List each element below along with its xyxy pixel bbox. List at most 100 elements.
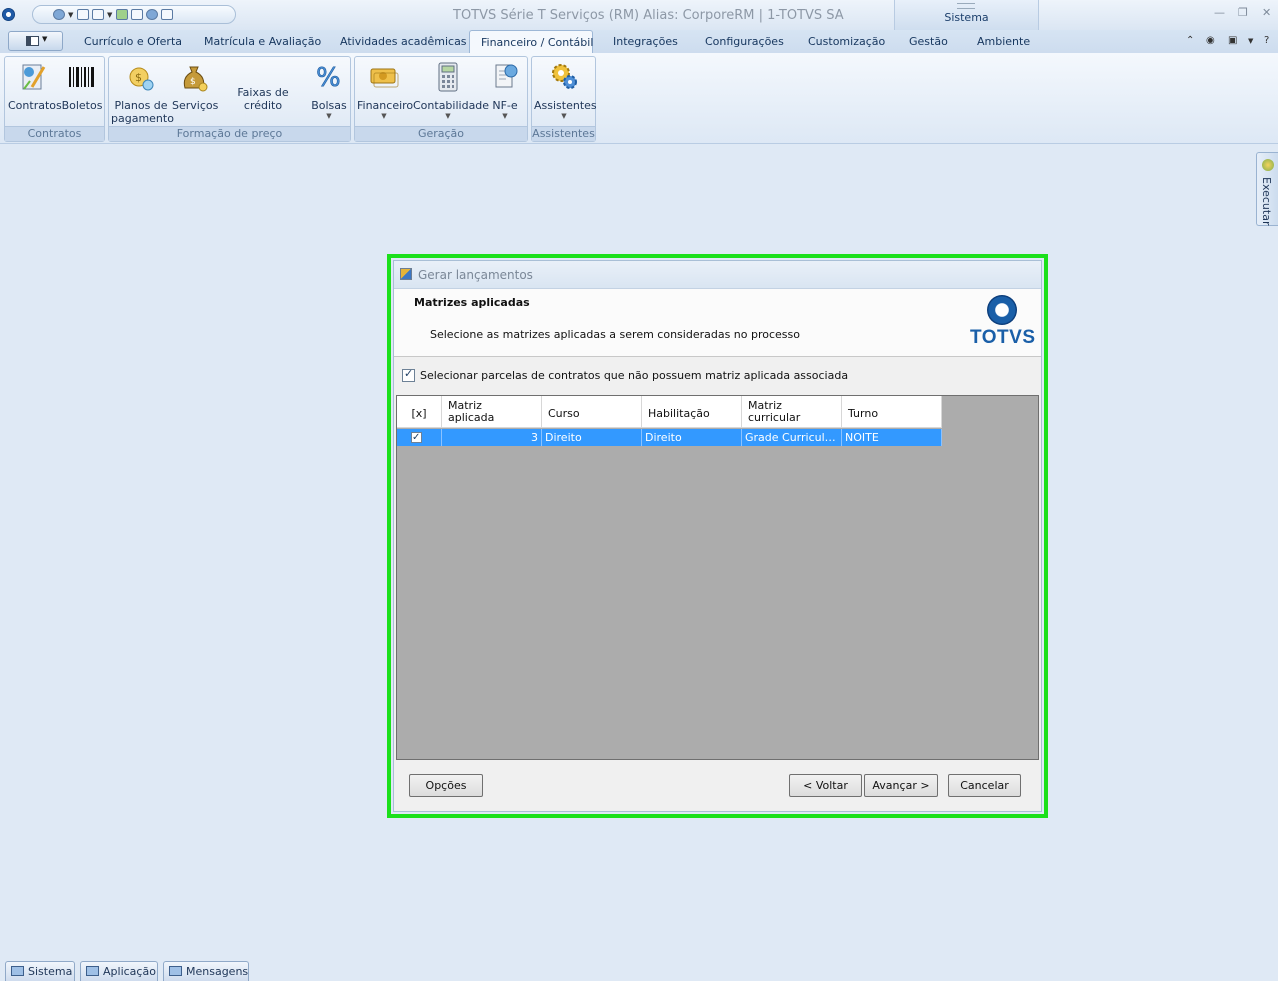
row-select-cell[interactable]: ✓: [397, 429, 442, 446]
column-header-matriz-aplicada[interactable]: Matriz aplicada: [442, 396, 542, 428]
options-button[interactable]: Opções: [409, 774, 483, 797]
tab-gestao[interactable]: Gestão: [909, 30, 948, 53]
app-orb-icon[interactable]: [2, 8, 15, 21]
cell-habilitacao[interactable]: Direito: [642, 429, 742, 446]
percent-icon: %: [316, 63, 341, 93]
restore-icon[interactable]: ❐: [1238, 6, 1248, 19]
dialog-title-bar[interactable]: Gerar lançamentos: [394, 261, 1041, 289]
copy-icon[interactable]: [161, 9, 173, 20]
back-button[interactable]: < Voltar: [789, 774, 862, 797]
close-icon[interactable]: ✕: [1262, 6, 1271, 19]
taskbar-mensagens-button[interactable]: Mensagens: [163, 961, 249, 981]
faixas-credito-button[interactable]: Faixas de crédito: [219, 86, 307, 112]
globe-icon[interactable]: [53, 9, 65, 20]
menu-icon: [26, 36, 39, 46]
invoice-icon: [495, 64, 518, 88]
next-button[interactable]: Avançar >: [864, 774, 938, 797]
step-title: Matrizes aplicadas: [414, 296, 530, 309]
layout-icon[interactable]: ▣: [1228, 35, 1237, 46]
run-icon[interactable]: [116, 9, 128, 20]
financeiro-label: Financeiro: [357, 99, 414, 112]
cell-matriz-curricular[interactable]: Grade Curricular...: [742, 429, 842, 446]
planos-pagamento-button[interactable]: $ Planos de pagamento: [111, 61, 174, 125]
barcode-icon: [69, 67, 94, 87]
planos-pagamento-label-2: pagamento: [111, 112, 174, 125]
taskbar-aplicacao-button[interactable]: Aplicação: [80, 961, 158, 981]
chevron-down-icon: ▼: [445, 112, 451, 120]
servicos-label: Serviços: [172, 99, 219, 112]
column-header-matriz-curricular[interactable]: Matriz curricular: [742, 396, 842, 428]
gerar-lancamentos-dialog: Gerar lançamentos Matrizes aplicadas Sel…: [393, 260, 1042, 812]
column-header-turno[interactable]: Turno: [842, 396, 942, 428]
contratos-button[interactable]: Contratos: [8, 61, 62, 112]
column-header-habilitacao[interactable]: Habilitação: [642, 396, 742, 428]
minimize-icon[interactable]: —: [1214, 6, 1225, 19]
bolsas-button[interactable]: % Bolsas ▼: [309, 61, 349, 120]
financeiro-button[interactable]: Financeiro ▼: [357, 61, 414, 120]
assistentes-button[interactable]: Assistentes ▼: [534, 61, 597, 120]
nfe-button[interactable]: NF-e ▼: [485, 61, 525, 120]
ribbon-group-label: Contratos: [5, 126, 104, 141]
table-row[interactable]: ✓ 3 Direito Direito Grade Curricular... …: [397, 429, 942, 446]
servicos-button[interactable]: $ Serviços: [172, 61, 219, 112]
tab-configuracoes[interactable]: Configurações: [705, 30, 784, 53]
execute-panel[interactable]: Executar: [1256, 152, 1278, 226]
totvs-logo-icon: [987, 295, 1017, 325]
window-icon[interactable]: [92, 9, 104, 20]
totvs-logo: TOTVS: [970, 295, 1035, 351]
execute-icon: [1262, 159, 1274, 171]
matrizes-grid[interactable]: [x] Matriz aplicada Curso Habilitação Ma…: [396, 395, 1039, 760]
ribbon-group-formacao-preco: $ Planos de pagamento $ Serviços Faixas …: [108, 56, 351, 142]
tools-icon[interactable]: [131, 9, 143, 20]
boletos-button[interactable]: Boletos: [61, 61, 103, 112]
include-orphans-label[interactable]: Selecionar parcelas de contratos que não…: [420, 369, 848, 382]
contabilidade-label: Contabilidade: [413, 99, 490, 112]
collapse-ribbon-icon[interactable]: ⌃: [1186, 35, 1194, 46]
tab-customizacao[interactable]: Customização: [808, 30, 885, 53]
quick-access-toolbar: ▼ ▼: [32, 5, 236, 24]
cell-curso[interactable]: Direito: [542, 429, 642, 446]
calculator-icon: [438, 62, 458, 92]
grid-header: [x] Matriz aplicada Curso Habilitação Ma…: [397, 396, 942, 428]
cell-turno[interactable]: NOITE: [842, 429, 942, 446]
chevron-down-icon[interactable]: ▼: [107, 11, 113, 19]
chevron-down-icon: ▼: [561, 112, 567, 120]
ribbon-group-label: Geração: [355, 126, 527, 141]
context-tab-group-title: Sistema: [944, 11, 989, 24]
ribbon-group-label: Assistentes: [532, 126, 595, 141]
chevron-down-icon[interactable]: ▼: [1248, 37, 1253, 45]
tab-curriculo-oferta[interactable]: Currículo e Oferta: [84, 30, 182, 53]
cell-matriz-aplicada[interactable]: 3: [442, 429, 542, 446]
chevron-down-icon: ▼: [326, 112, 332, 120]
bolsas-label: Bolsas: [311, 99, 347, 112]
chevron-down-icon[interactable]: ▼: [68, 11, 74, 19]
svg-text:%: %: [316, 63, 341, 93]
contabilidade-button[interactable]: Contabilidade ▼: [413, 61, 489, 120]
assistentes-label: Assistentes: [534, 99, 597, 112]
taskbar-mensagens-label: Mensagens: [186, 965, 249, 978]
tab-integracoes[interactable]: Integrações: [613, 30, 678, 53]
checkmark-icon: ✓: [412, 431, 421, 443]
tab-financeiro-contabil[interactable]: Financeiro / Contábil: [469, 30, 593, 53]
taskbar-sistema-button[interactable]: Sistema: [5, 961, 75, 981]
help-icon[interactable]: ?: [1264, 35, 1269, 46]
execute-label: Executar: [1260, 177, 1273, 226]
wizard-icon: [400, 268, 412, 280]
cancel-button[interactable]: Cancelar: [948, 774, 1021, 797]
app-menu-button[interactable]: ▼: [8, 31, 63, 51]
column-header-curso[interactable]: Curso: [542, 396, 642, 428]
tab-matricula-avaliacao[interactable]: Matrícula e Avaliação: [204, 30, 321, 53]
payment-plan-icon: $: [129, 67, 154, 91]
taskbar-aplicacao-label: Aplicação: [103, 965, 156, 978]
include-orphans-checkbox[interactable]: ✓: [402, 367, 415, 382]
column-header-select[interactable]: [x]: [397, 396, 442, 428]
row-checkbox[interactable]: ✓: [411, 431, 422, 443]
internet-icon[interactable]: [146, 9, 158, 20]
tab-ambiente[interactable]: Ambiente: [977, 30, 1030, 53]
gears-icon: [552, 64, 577, 89]
faixas-credito-label: Faixas de crédito: [237, 86, 289, 112]
new-window-icon[interactable]: [77, 9, 89, 20]
internet-icon[interactable]: ◉: [1206, 35, 1215, 46]
step-description: Selecione as matrizes aplicadas a serem …: [430, 328, 800, 341]
tab-atividades-academicas[interactable]: Atividades acadêmicas: [340, 30, 467, 53]
